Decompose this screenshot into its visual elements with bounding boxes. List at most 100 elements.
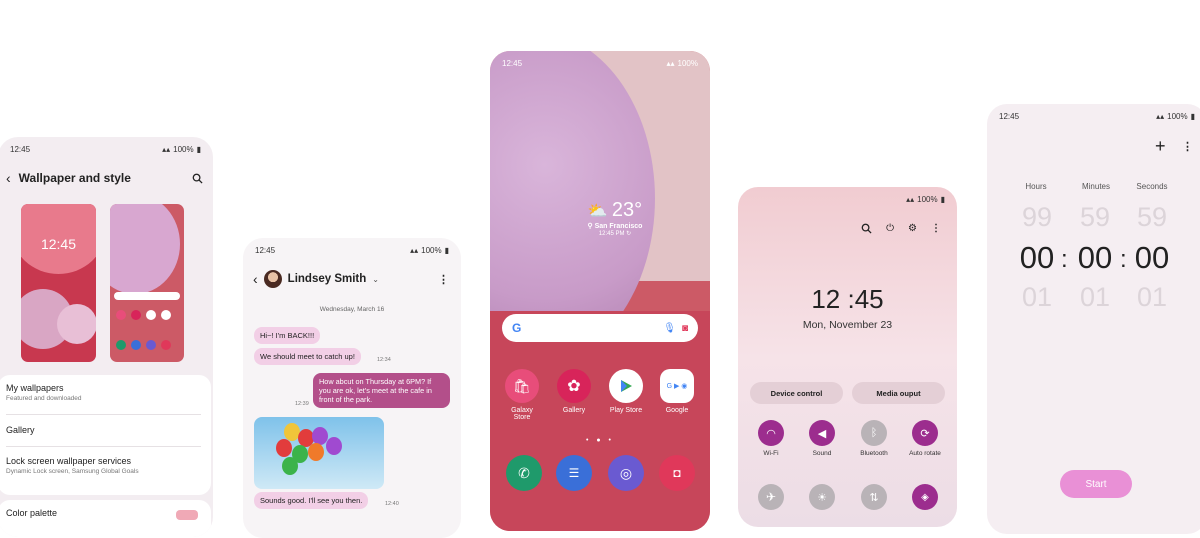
wifi-toggle[interactable]: ◠ Wi-Fi <box>751 420 791 457</box>
google-search-bar[interactable]: G 🎙 ◙ <box>502 314 698 342</box>
app-label: Google <box>665 407 689 414</box>
signal-icon: ▴▴ <box>162 144 171 154</box>
weather-widget[interactable]: ⛅ 23° ⚲ San Francisco 12:45 PM ↻ <box>570 199 660 237</box>
app-google-folder[interactable]: G ▶ ◉ Google <box>657 369 697 414</box>
time-separator: : <box>1120 246 1127 273</box>
home-screen: 12:45 ▴▴ 100% ⛅ 23° ⚲ San Francisco 12:45… <box>490 51 710 531</box>
item-label: My wallpapers <box>6 383 64 393</box>
search-icon[interactable] <box>861 223 872 237</box>
weather-temp: 23° <box>611 199 643 221</box>
bluetooth-toggle[interactable]: ᛒ Bluetooth <box>854 420 894 457</box>
status-bar: 12:45 ▴▴ 100% ▮ <box>987 104 1200 128</box>
lock-screen-services-item[interactable]: Lock screen wallpaper services Dynamic L… <box>6 456 201 475</box>
app-label: Play Store <box>609 407 643 414</box>
device-control-button[interactable]: Device control <box>750 382 843 404</box>
data-transfer-icon: ⇅ <box>861 484 887 510</box>
message-time: 12:34 <box>377 357 391 363</box>
color-palette-item[interactable]: Color palette <box>6 508 201 518</box>
signal-icon: ▴▴ <box>410 245 419 255</box>
more-options-icon[interactable]: ⋮ <box>438 273 449 286</box>
messages-screen: 12:45 ▴▴ 100% ▮ ‹ Lindsey Smith ⌄ ⋮ Wednes… <box>243 238 461 538</box>
hours-value: 00 <box>1019 240 1055 275</box>
seconds-value: 00 <box>1134 240 1170 275</box>
toggle-label: Wi-Fi <box>763 450 779 457</box>
app-play-store[interactable]: Play Store <box>606 369 646 414</box>
minutes-picker[interactable]: 59 00 01 <box>1073 202 1117 313</box>
gear-icon[interactable]: ⚙ <box>908 223 917 237</box>
phone-icon[interactable]: ✆ <box>506 455 542 491</box>
page-title: Wallpaper and style <box>18 171 131 185</box>
toggle-label: Sound <box>812 450 832 457</box>
add-icon[interactable]: + <box>1155 136 1166 157</box>
flashlight-toggle[interactable]: ☀ <box>802 484 842 514</box>
battery-level: 100% <box>1167 111 1188 121</box>
media-output-button[interactable]: Media ouput <box>852 382 945 404</box>
refresh-icon[interactable]: ↻ <box>626 231 631 237</box>
seconds-below: 01 <box>1136 282 1168 312</box>
sound-icon: ◀ <box>809 420 835 446</box>
clock-date: Mon, November 23 <box>802 319 893 331</box>
contact-name[interactable]: Lindsey Smith <box>288 273 367 285</box>
home-screen-preview[interactable] <box>110 204 184 362</box>
app-label: Gallery <box>562 407 586 414</box>
minutes-above: 59 <box>1079 202 1111 232</box>
conversation-header: ‹ Lindsey Smith ⌄ ⋮ <box>253 268 449 290</box>
auto-rotate-toggle[interactable]: ⟳ Auto rotate <box>905 420 945 457</box>
status-time: 12:45 <box>10 144 31 154</box>
search-icon[interactable] <box>192 173 203 184</box>
power-icon[interactable]: ⏻ <box>886 223 894 237</box>
message-bubble[interactable]: Sounds good. I'll see you then. <box>254 492 369 510</box>
minutes-value: 00 <box>1077 240 1113 275</box>
app-galaxy-store[interactable]: 🛍 Galaxy Store <box>502 369 542 421</box>
airplane-icon: ✈ <box>758 484 784 510</box>
back-icon[interactable]: ‹ <box>253 271 258 287</box>
airplane-toggle[interactable]: ✈ <box>751 484 791 514</box>
battery-icon: ▮ <box>940 194 945 204</box>
lens-icon[interactable]: ◙ <box>682 323 688 334</box>
flashlight-icon: ☀ <box>809 484 835 510</box>
message-bubble[interactable]: We should meet to catch up! <box>254 348 361 366</box>
internet-icon[interactable]: ◎ <box>608 455 644 491</box>
start-button[interactable]: Start <box>1060 470 1132 498</box>
camera-icon[interactable]: ◘ <box>659 455 695 491</box>
hours-below: 01 <box>1021 282 1053 312</box>
wallpaper-settings-screen: 12:45 ▴▴ 100% ▮ ‹ Wallpaper and style 12:4… <box>0 137 213 537</box>
item-sublabel: Dynamic Lock screen, Samsung Global Goal… <box>6 468 139 475</box>
minutes-label: Minutes <box>1081 182 1110 191</box>
wifi-icon: ◠ <box>758 420 784 446</box>
balloons-image[interactable] <box>254 417 384 489</box>
my-wallpapers-item[interactable]: My wallpapers Featured and downloaded <box>6 383 201 402</box>
status-time: 12:45 <box>255 245 276 255</box>
hours-label: Hours <box>1025 182 1047 191</box>
message-bubble[interactable]: How abcut on Thursday at 6PM? If you are… <box>313 373 450 409</box>
status-bar: 12:45 ▴▴ 100% <box>490 51 710 75</box>
more-options-icon[interactable]: ⋮ <box>931 223 941 237</box>
app-label: Galaxy Store <box>511 407 533 421</box>
sound-toggle[interactable]: ◀ Sound <box>802 420 842 457</box>
battery-level: 100% <box>917 194 938 204</box>
color-palette-swatch[interactable] <box>176 510 198 520</box>
signal-icon: ▴▴ <box>1156 111 1165 121</box>
gallery-item[interactable]: Gallery <box>6 425 201 435</box>
seconds-picker[interactable]: 59 00 01 <box>1130 202 1174 313</box>
item-label: Lock screen wallpaper services <box>6 456 132 466</box>
back-icon[interactable]: ‹ <box>6 170 11 186</box>
data-transfer-toggle[interactable]: ⇅ <box>854 484 894 514</box>
message-bubble[interactable]: Hi~! I'm BACK!!! <box>254 327 321 345</box>
app-gallery[interactable]: ✿ Gallery <box>554 369 594 414</box>
chevron-down-icon[interactable]: ⌄ <box>372 275 379 284</box>
item-sublabel: Featured and downloaded <box>6 395 82 402</box>
avatar[interactable] <box>263 270 282 288</box>
status-bar: ▴▴ 100% ▮ <box>738 187 957 211</box>
lock-screen-preview[interactable]: 12:45 <box>21 204 96 362</box>
wallpaper-floor <box>490 311 710 531</box>
cast-toggle[interactable]: ◈ <box>905 484 945 514</box>
microphone-icon[interactable]: 🎙 <box>663 323 676 334</box>
messages-icon[interactable]: ☰ <box>556 455 592 491</box>
more-options-icon[interactable]: ⋮ <box>1182 140 1193 153</box>
hours-picker[interactable]: 99 00 01 <box>1015 202 1059 313</box>
battery-level: 100% <box>173 144 194 154</box>
quick-panel-toolbar: ⏻ ⚙ ⋮ <box>861 223 941 237</box>
seconds-label: Seconds <box>1136 182 1168 191</box>
signal-icon: ▴▴ <box>906 194 915 204</box>
